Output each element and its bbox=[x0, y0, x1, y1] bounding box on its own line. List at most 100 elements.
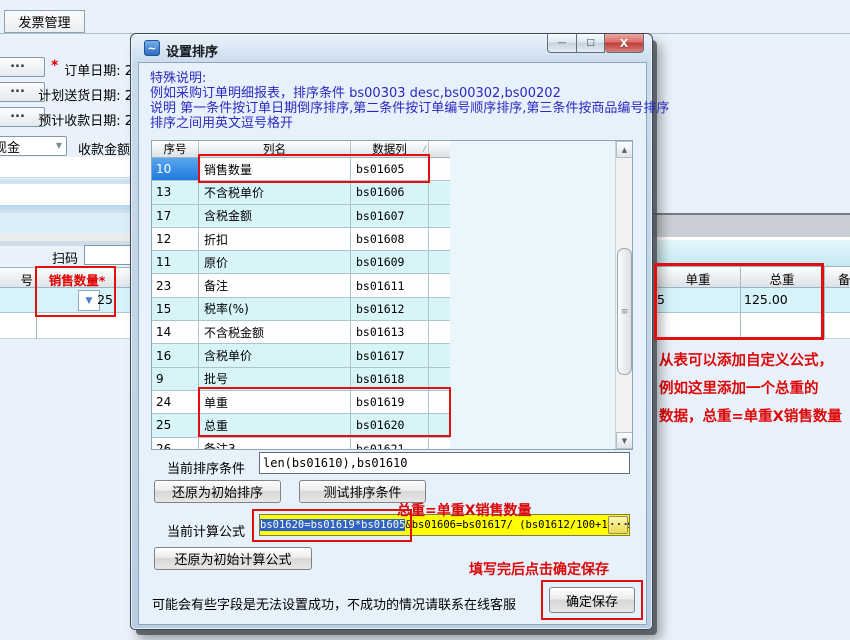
scroll-up-icon: ▲ bbox=[622, 146, 627, 154]
cell-name[interactable]: 含税单价 bbox=[199, 344, 351, 367]
cell-name[interactable]: 含税金额 bbox=[199, 205, 351, 228]
cell-seq[interactable]: 9 bbox=[152, 368, 199, 391]
grip-icon: ≡ bbox=[621, 307, 629, 317]
cell-seq[interactable]: 16 bbox=[152, 344, 199, 367]
tab-invoice-management[interactable]: 发票管理 bbox=[4, 10, 85, 33]
scroll-down-button[interactable]: ▼ bbox=[616, 432, 633, 449]
instructions: 特殊说明: 例如采购订单明细报表，排序条件 bs00303 desc,bs003… bbox=[150, 71, 669, 131]
stripe bbox=[0, 157, 135, 178]
cell-datacol[interactable]: bs01606 bbox=[351, 181, 429, 204]
instruction-line: 排序之间用英文逗号格开 bbox=[150, 116, 669, 131]
restore-formula-button[interactable]: 还原为初始计算公式 bbox=[154, 547, 312, 570]
maximize-button[interactable]: □ bbox=[576, 34, 605, 53]
table-row[interactable]: 23备注bs01611 bbox=[152, 274, 450, 297]
scroll-up-button[interactable]: ▲ bbox=[616, 141, 633, 158]
cell-datacol[interactable]: bs01607 bbox=[351, 205, 429, 228]
annotation-line: 数据，总重=单重X销售数量 bbox=[659, 403, 850, 431]
instruction-line: 说明 第一条件按订单日期倒序排序,第二条件按订单编号顺序排序,第三条件按商品编号… bbox=[150, 101, 669, 116]
cell-datacol[interactable]: bs01609 bbox=[351, 251, 429, 274]
table-row[interactable]: 16含税单价bs01617 bbox=[152, 344, 450, 367]
right-annotation-text: 从表可以添加自定义公式， 例如这里添加一个总重的 数据，总重=单重X销售数量 bbox=[659, 347, 850, 431]
cell-seq[interactable]: 25 bbox=[152, 414, 199, 437]
cell-seq[interactable]: 12 bbox=[152, 228, 199, 251]
footer-note: 可能会有些字段是无法设置成功，不成功的情况请联系在线客服 bbox=[152, 594, 516, 613]
scroll-down-icon: ▼ bbox=[622, 437, 627, 445]
formula-hint-text: 总重=单重X销售数量 bbox=[397, 500, 532, 520]
annotation-box-qty bbox=[35, 266, 116, 317]
cell-extra bbox=[429, 181, 450, 204]
stripe bbox=[0, 213, 135, 233]
qty-table-col1-header: 号 bbox=[0, 270, 33, 289]
table-row[interactable]: 11原价bs01609 bbox=[152, 251, 450, 274]
stripe bbox=[0, 184, 135, 205]
annotation-line: 从表可以添加自定义公式， bbox=[659, 347, 850, 375]
dialog-content: 特殊说明: 例如采购订单明细报表，排序条件 bs00303 desc,bs003… bbox=[138, 62, 647, 625]
table-row[interactable]: 13不含税单价bs01606 bbox=[152, 181, 450, 204]
payment-method-value: 现金 bbox=[0, 137, 20, 156]
table-row[interactable]: 12折扣bs01608 bbox=[152, 228, 450, 251]
minimize-button[interactable]: — bbox=[547, 34, 576, 53]
header-extra bbox=[429, 141, 450, 157]
cell-seq[interactable]: 11 bbox=[152, 251, 199, 274]
table-scrollbar[interactable]: ▲ ≡ ▼ bbox=[615, 141, 632, 449]
cell-seq[interactable]: 26 bbox=[152, 438, 199, 450]
formula-rest-text: &bs01606=bs01617/ (bs01612/100+1)&bs0 bbox=[405, 519, 630, 531]
payment-method-select[interactable]: 现金 ▼ bbox=[0, 136, 67, 156]
cell-extra bbox=[429, 251, 450, 274]
chevron-down-icon: ▼ bbox=[56, 141, 62, 150]
header-seq[interactable]: 序号 bbox=[152, 141, 199, 157]
maximize-icon: □ bbox=[586, 38, 595, 48]
cell-extra bbox=[429, 205, 450, 228]
cell-datacol[interactable]: bs01612 bbox=[351, 298, 429, 321]
sort-indicator-icon: / bbox=[423, 144, 426, 153]
dialog-titlebar[interactable]: ~ 设置排序 — □ X bbox=[131, 34, 652, 62]
stripe bbox=[0, 205, 135, 213]
cell-seq[interactable]: 14 bbox=[152, 321, 199, 344]
cell-seq[interactable]: 13 bbox=[152, 181, 199, 204]
cell-name[interactable]: 备注3 bbox=[199, 438, 351, 450]
cell-datacol[interactable]: bs01617 bbox=[351, 344, 429, 367]
cell-datacol[interactable]: bs01621 bbox=[351, 438, 429, 450]
cell-extra bbox=[429, 438, 450, 450]
table-row[interactable]: 15税率(%)bs01612 bbox=[152, 298, 450, 321]
scrollbar-thumb[interactable]: ≡ bbox=[617, 248, 632, 375]
sort-condition-input[interactable]: len(bs01610),bs01610 bbox=[259, 452, 630, 474]
annotation-box-formula bbox=[252, 509, 412, 542]
cell-name[interactable]: 原价 bbox=[199, 251, 351, 274]
formula-more-button[interactable]: ... bbox=[608, 516, 628, 534]
cell-seq[interactable]: 24 bbox=[152, 391, 199, 414]
cell-name[interactable]: 不含税单价 bbox=[199, 181, 351, 204]
table-row[interactable]: 17含税金额bs01607 bbox=[152, 205, 450, 228]
order-date-label: 订单日期: 2 bbox=[36, 60, 133, 79]
annotation-box-save bbox=[541, 580, 643, 620]
app-icon: ~ bbox=[144, 40, 160, 56]
cell-datacol[interactable]: bs01611 bbox=[351, 274, 429, 297]
cell-name[interactable]: 税率(%) bbox=[199, 298, 351, 321]
window-controls: — □ X bbox=[547, 34, 644, 53]
table-row[interactable]: 26备注3bs01621 bbox=[152, 438, 450, 450]
cell-datacol[interactable]: bs01608 bbox=[351, 228, 429, 251]
cell-extra bbox=[429, 274, 450, 297]
annotation-box-row10 bbox=[198, 154, 430, 183]
cell-seq[interactable]: 17 bbox=[152, 205, 199, 228]
cell-name[interactable]: 折扣 bbox=[199, 228, 351, 251]
annotation-box-weight-table bbox=[654, 263, 824, 340]
restore-sort-button[interactable]: 还原为初始排序 bbox=[154, 480, 281, 503]
table-row[interactable]: 14不含税金额bs01613 bbox=[152, 321, 450, 344]
cell-seq[interactable]: 23 bbox=[152, 274, 199, 297]
annotation-box-weight-rows bbox=[198, 387, 451, 437]
cell-datacol[interactable]: bs01613 bbox=[351, 321, 429, 344]
sort-condition-label: 当前排序条件 bbox=[167, 458, 245, 477]
cell-seq[interactable]: 15 bbox=[152, 298, 199, 321]
scan-code-label: 扫码 bbox=[52, 248, 78, 267]
columns-table: 序号 列名 数据列/ 10销售数量bs01605 13不含税单价bs01606 … bbox=[151, 140, 633, 450]
close-button[interactable]: X bbox=[605, 34, 644, 53]
save-hint-text: 填写完后点击确定保存 bbox=[469, 559, 609, 579]
cell-extra bbox=[429, 298, 450, 321]
partial-header: 备 bbox=[838, 269, 850, 288]
cell-extra bbox=[429, 344, 450, 367]
cell-seq[interactable]: 10 bbox=[152, 158, 199, 181]
annotation-line: 例如这里添加一个总重的 bbox=[659, 375, 850, 403]
cell-name[interactable]: 不含税金额 bbox=[199, 321, 351, 344]
cell-name[interactable]: 备注 bbox=[199, 274, 351, 297]
